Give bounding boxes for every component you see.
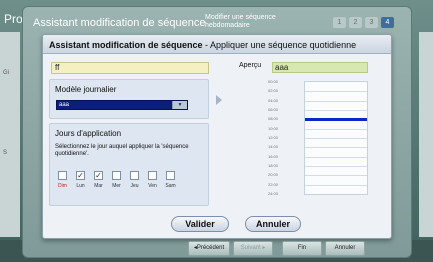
checkbox-monday[interactable]: ✓ [76, 171, 85, 180]
timeline-gridline [305, 157, 367, 158]
day-checkboxes: Dim ✓ Lun ✓ Mar Mer Jeu Ven Sam [56, 171, 177, 189]
checkbox-wednesday[interactable] [112, 171, 121, 180]
background-left-panel: Gi S [0, 32, 20, 237]
background-right-panel [419, 32, 433, 237]
day-thursday: Jeu [128, 171, 141, 189]
day-sunday: Dim [56, 171, 69, 189]
previous-button[interactable]: ◂Précédent [188, 241, 230, 256]
dialog-title-sub: - Appliquer une séquence quotidienne [202, 40, 357, 50]
wizard-footer: ◂Précédent Suivant ▸ Fin Annuler [188, 241, 365, 256]
time-label: 24:00 [267, 191, 278, 196]
timeline-gridline [305, 101, 367, 102]
time-label: 18:00 [267, 163, 278, 168]
time-label: 14:00 [267, 144, 278, 149]
model-panel: Modèle journalier aaa ▼ [49, 79, 209, 119]
timeline-gridline [305, 166, 367, 167]
time-label: 12:00 [267, 135, 278, 140]
chevron-down-icon[interactable]: ▼ [172, 101, 187, 109]
preview-model-name: aaa [272, 62, 368, 73]
background-fragment: S [3, 150, 8, 156]
wizard-steps: 1 2 3 4 [333, 17, 394, 28]
daily-model-select[interactable]: aaa [56, 100, 188, 110]
checkbox-sunday[interactable] [58, 171, 67, 180]
validate-button[interactable]: Valider [171, 216, 229, 232]
time-label: 06:00 [267, 107, 278, 112]
day-label: Sam [165, 183, 176, 189]
timeline-gridline [305, 175, 367, 176]
finish-button[interactable]: Fin [282, 241, 322, 256]
timeline-gridline [305, 138, 367, 139]
wizard-title: Assistant modification de séquence [33, 17, 206, 29]
checkbox-friday[interactable] [148, 171, 157, 180]
background-fragment: Gi [3, 70, 9, 76]
days-help-text: Sélectionnez le jour auquel appliquer la… [55, 144, 189, 157]
time-label: 08:00 [267, 116, 278, 121]
day-label: Lun [76, 183, 85, 189]
time-label: 02:00 [267, 88, 278, 93]
timeline-gridline [305, 147, 367, 148]
wizard-step-4: 4 [381, 17, 394, 28]
wizard-step-3: 3 [365, 17, 378, 28]
time-label: 00:00 [267, 79, 278, 84]
sequence-name-input[interactable]: ff [51, 62, 209, 74]
timeline-active-block [305, 118, 367, 121]
checkbox-tuesday[interactable]: ✓ [94, 171, 103, 180]
checkbox-thursday[interactable] [130, 171, 139, 180]
timeline-gridline [305, 185, 367, 186]
next-button[interactable]: Suivant ▸ [233, 241, 273, 256]
time-label: 20:00 [267, 172, 278, 177]
day-monday: ✓ Lun [74, 171, 87, 189]
timeline-gridline [305, 110, 367, 111]
time-label: 22:00 [267, 182, 278, 187]
day-label: Mer [112, 183, 121, 189]
dialog-title: Assistant modification de séquence - App… [49, 40, 356, 50]
preview-timeline [304, 81, 368, 195]
model-label: Modèle journalier [55, 85, 117, 94]
timeline-gridline [305, 129, 367, 130]
day-wednesday: Mer [110, 171, 123, 189]
dialog-title-main: Assistant modification de séquence [49, 40, 203, 50]
background-app-title: Pro [4, 12, 23, 26]
day-label: Mar [94, 183, 103, 189]
checkbox-saturday[interactable] [166, 171, 175, 180]
day-label: Ven [148, 183, 157, 189]
cancel-button[interactable]: Annuler [245, 216, 301, 232]
day-tuesday: ✓ Mar [92, 171, 105, 189]
preview-label: Aperçu [239, 62, 262, 69]
preview-panel: Aperçu aaa 00:00 02:00 04:00 06:00 08:00 10:0… [239, 62, 371, 209]
wizard-step-1: 1 [333, 17, 346, 28]
apply-sequence-dialog: Assistant modification de séquence - App… [42, 34, 392, 239]
days-panel: Jours d'application Sélectionnez le jour… [49, 123, 209, 206]
day-saturday: Sam [164, 171, 177, 189]
time-label: 16:00 [267, 154, 278, 159]
day-label: Dim [58, 183, 67, 189]
time-label: 10:00 [267, 126, 278, 131]
day-friday: Ven [146, 171, 159, 189]
days-label: Jours d'application [55, 129, 122, 138]
wizard-step-2: 2 [349, 17, 362, 28]
wizard-subtitle: Modifier une séquence hebdomadaire [205, 14, 276, 29]
timeline-gridline [305, 91, 367, 92]
day-label: Jeu [130, 183, 139, 189]
time-label: 04:00 [267, 98, 278, 103]
arrow-right-icon [216, 95, 222, 105]
wizard-cancel-button[interactable]: Annuler [325, 241, 365, 256]
